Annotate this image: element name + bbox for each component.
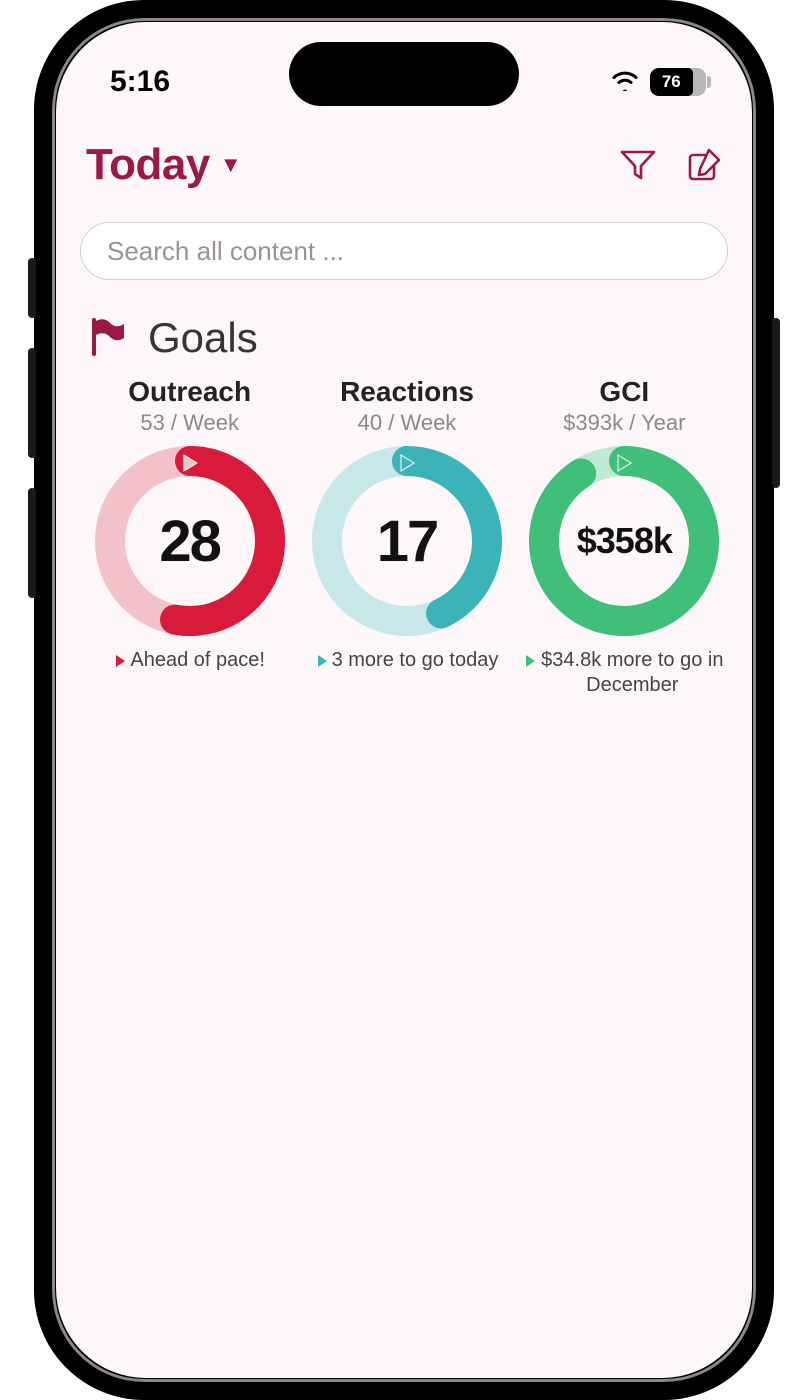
battery-level: 76: [650, 68, 693, 96]
phone-side-button: [28, 488, 36, 598]
goal-note: 3 more to go today: [316, 648, 499, 676]
chevron-down-icon: ▼: [220, 152, 241, 178]
goal-ring: $358k: [529, 446, 719, 636]
goal-note-text: Ahead of pace!: [130, 648, 265, 673]
goals-section: Goals Outreach 53 / Week 28 Ahead of: [86, 314, 728, 698]
search-input[interactable]: [80, 222, 728, 280]
screen: 5:16 76 Today ▼: [56, 22, 752, 1378]
goal-note-text: 3 more to go today: [332, 648, 499, 673]
goal-ring: 28: [95, 446, 285, 636]
goal-subtitle: 40 / Week: [358, 410, 457, 436]
header: Today ▼: [86, 140, 724, 190]
compose-button[interactable]: [684, 145, 724, 185]
goals-header: Goals: [86, 314, 728, 362]
phone-frame: 5:16 76 Today ▼: [34, 0, 774, 1400]
goal-subtitle: 53 / Week: [140, 410, 239, 436]
flag-icon: [86, 316, 126, 361]
page-title: Today: [86, 140, 210, 190]
wifi-icon: [610, 65, 640, 99]
phone-side-button: [28, 348, 36, 458]
goal-card[interactable]: Reactions 40 / Week 17 3 more to go toda…: [303, 376, 510, 698]
funnel-icon: [619, 148, 657, 182]
goal-note: Ahead of pace!: [114, 648, 265, 676]
caret-right-icon: [114, 651, 126, 676]
goal-subtitle: $393k / Year: [563, 410, 685, 436]
dynamic-island: [289, 42, 519, 106]
goals-row: Outreach 53 / Week 28 Ahead of pace! Rea…: [86, 376, 728, 698]
phone-side-button: [28, 258, 36, 318]
goal-ring: 17: [312, 446, 502, 636]
compose-icon: [685, 146, 723, 184]
goal-title: Outreach: [128, 376, 251, 408]
filter-button[interactable]: [618, 145, 658, 185]
goal-center-value: 28: [95, 446, 285, 636]
battery-icon: 76: [650, 68, 706, 96]
goal-title: Reactions: [340, 376, 474, 408]
goal-title: GCI: [599, 376, 649, 408]
caret-right-icon: [316, 651, 328, 676]
goal-note-text: $34.8k more to go in December: [540, 648, 724, 698]
search-bar: [80, 222, 728, 280]
view-picker[interactable]: Today ▼: [86, 140, 241, 190]
goal-card[interactable]: Outreach 53 / Week 28 Ahead of pace!: [86, 376, 293, 698]
status-time: 5:16: [110, 65, 170, 99]
goal-note: $34.8k more to go in December: [524, 648, 724, 698]
goal-card[interactable]: GCI $393k / Year $358k $34.8k more to go…: [521, 376, 728, 698]
goal-center-value: 17: [312, 446, 502, 636]
phone-side-button: [772, 318, 780, 488]
goal-center-value: $358k: [529, 446, 719, 636]
status-right: 76: [610, 65, 706, 99]
goals-title: Goals: [148, 314, 258, 362]
caret-right-icon: [524, 651, 536, 676]
